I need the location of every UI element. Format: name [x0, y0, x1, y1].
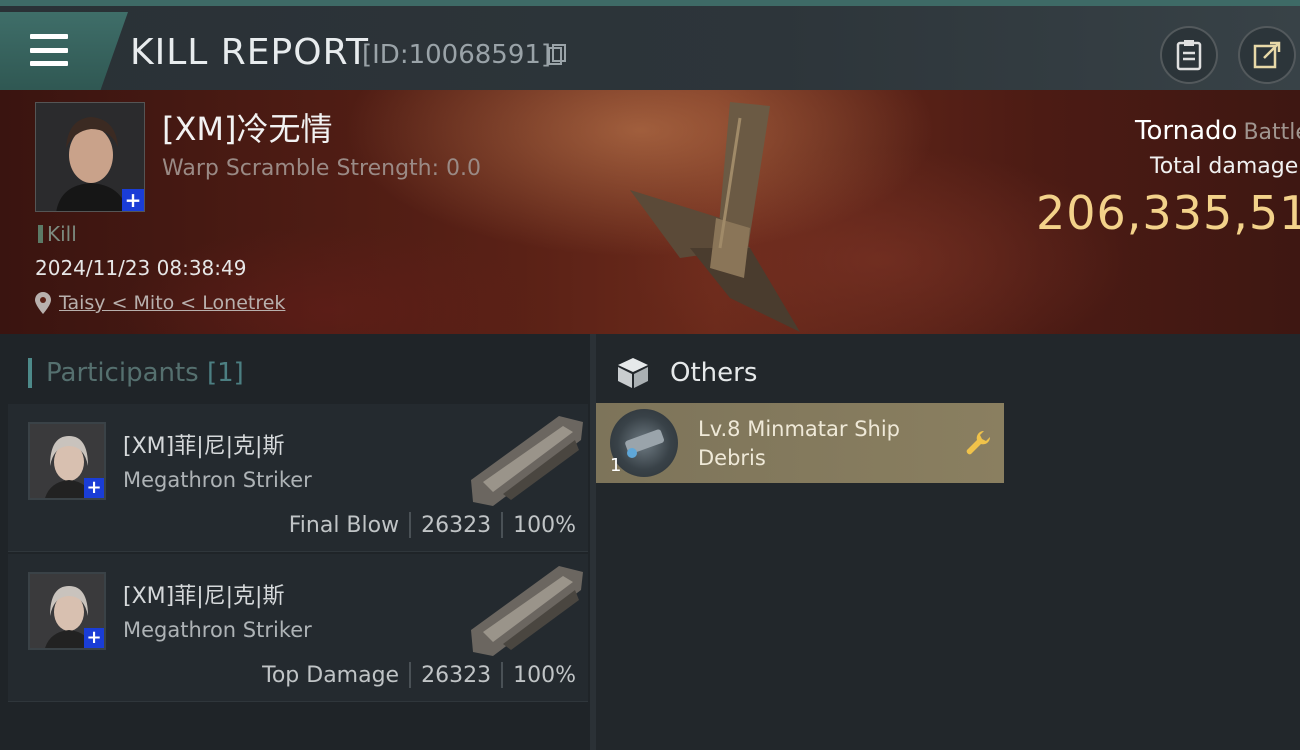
kill-report-screen: KILL REPORT [ID:10068591] + [XM]冷无情 Warp…: [0, 0, 1300, 750]
participants-panel: Participants [1] + [XM]菲|尼|克|斯 Megathron…: [0, 334, 590, 750]
participant-role: Top Damage: [262, 662, 400, 688]
clipboard-icon: [1176, 40, 1202, 71]
location-link[interactable]: Taisy < Mito < Lonetrek: [59, 292, 285, 314]
divider: [409, 512, 412, 538]
participant-name: [XM]菲|尼|克|斯: [123, 434, 285, 459]
ship-class-text: Battle: [1243, 120, 1300, 145]
participant-stats: Top Damage 26323 100%: [262, 662, 576, 688]
participant-row[interactable]: + [XM]菲|尼|克|斯 Megathron Striker Top Dama…: [8, 554, 588, 702]
location-pin-icon: [35, 292, 51, 314]
participants-label: Participants: [46, 358, 199, 388]
share-icon: [1253, 41, 1281, 69]
participant-damage: 26323: [421, 662, 492, 688]
participant-row[interactable]: + [XM]菲|尼|克|斯 Megathron Striker Final Bl…: [8, 404, 588, 552]
warp-scramble-strength: Warp Scramble Strength: 0.0: [162, 156, 482, 181]
victim-avatar[interactable]: +: [35, 102, 145, 212]
participant-percent: 100%: [513, 662, 576, 688]
participant-ship: Megathron Striker: [123, 468, 312, 492]
debris-name: Lv.8 Minmatar Ship Debris: [698, 417, 901, 470]
participant-ship-image: [471, 416, 583, 506]
page-title: KILL REPORT: [130, 32, 369, 73]
victim-banner: + [XM]冷无情 Warp Scramble Strength: 0.0 Ki…: [0, 90, 1300, 334]
participant-avatar[interactable]: +: [28, 422, 106, 500]
location: Taisy < Mito < Lonetrek: [35, 292, 285, 314]
report-id: [ID:10068591]: [362, 40, 552, 70]
participants-header: Participants [1]: [28, 358, 244, 388]
kill-tag: Kill: [38, 222, 77, 246]
participant-ship: Megathron Striker: [123, 618, 312, 642]
ship-name-text: Tornado: [1135, 116, 1238, 146]
victim-ship-name: TornadoBattle: [1135, 116, 1300, 146]
add-contact-icon[interactable]: +: [84, 628, 104, 648]
others-label: Others: [670, 358, 758, 388]
others-header: Others: [616, 356, 757, 390]
clipboard-button[interactable]: [1160, 26, 1218, 84]
participant-name: [XM]菲|尼|克|斯: [123, 584, 285, 609]
divider: [409, 662, 412, 688]
victim-name: [XM]冷无情: [162, 110, 333, 148]
divider: [501, 512, 504, 538]
copy-icon[interactable]: [548, 44, 566, 66]
victim-ship-image: [630, 102, 800, 332]
debris-quantity: 1: [610, 455, 622, 476]
menu-tab[interactable]: [0, 12, 128, 92]
others-panel: Others 1 Lv.8 Minmatar Ship Debris: [596, 334, 1300, 750]
total-damage-value: 206,335,512: [1036, 186, 1300, 240]
participant-ship-image: [471, 566, 583, 656]
kill-datetime: 2024/11/23 08:38:49: [35, 256, 247, 280]
participant-percent: 100%: [513, 512, 576, 538]
add-contact-icon[interactable]: +: [122, 189, 144, 211]
divider: [501, 662, 504, 688]
participant-role: Final Blow: [288, 512, 400, 538]
hamburger-menu-icon[interactable]: [30, 34, 68, 66]
top-bar: KILL REPORT [ID:10068591]: [0, 0, 1300, 92]
add-contact-icon[interactable]: +: [84, 478, 104, 498]
total-damage-label: Total damage:: [1150, 154, 1300, 179]
cube-icon: [618, 358, 648, 388]
share-button[interactable]: [1238, 26, 1296, 84]
participant-avatar[interactable]: +: [28, 572, 106, 650]
participants-count: [1]: [207, 358, 244, 388]
wrench-icon[interactable]: [964, 429, 992, 457]
debris-item[interactable]: 1 Lv.8 Minmatar Ship Debris: [596, 403, 1004, 483]
participant-damage: 26323: [421, 512, 492, 538]
participant-stats: Final Blow 26323 100%: [289, 512, 576, 538]
